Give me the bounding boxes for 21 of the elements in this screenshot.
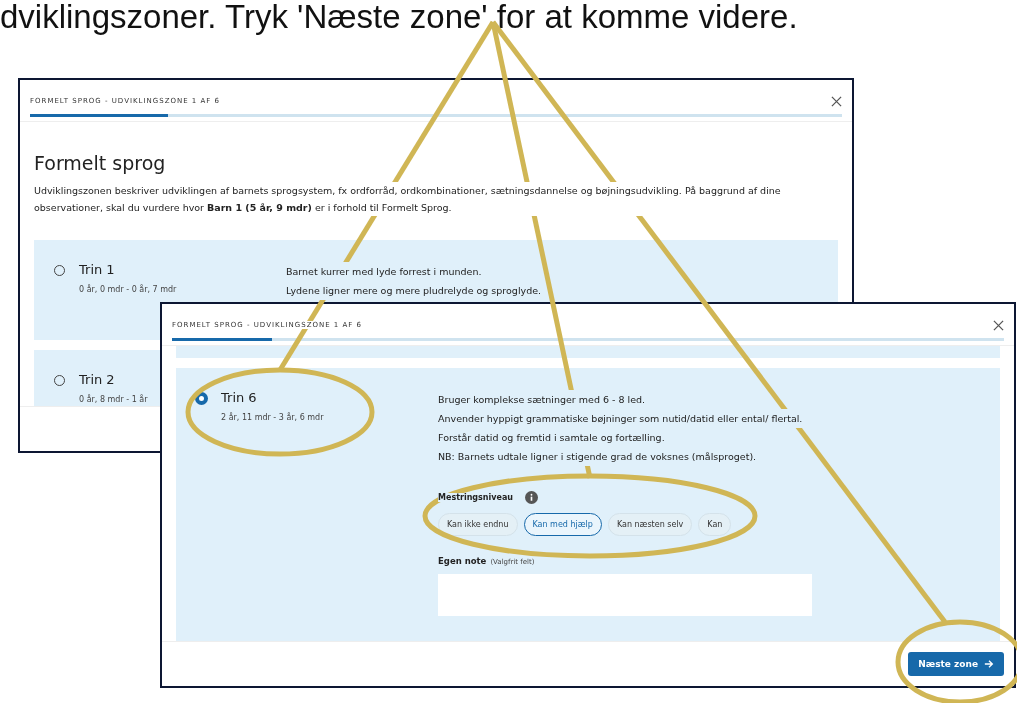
arrow-right-icon — [984, 659, 994, 669]
next-button[interactable]: Næste zone — [908, 652, 1004, 676]
level-chip[interactable]: Kan med hjælp — [523, 513, 602, 536]
age-range: 0 år, 0 mdr - 0 år, 7 mdr — [79, 285, 177, 294]
age-range: 2 år, 11 mdr - 3 år, 6 mdr — [221, 413, 324, 422]
level-chip[interactable]: Kan næsten selv — [607, 513, 693, 536]
note-field[interactable] — [438, 574, 812, 616]
info-icon[interactable] — [525, 491, 538, 504]
radio-button[interactable] — [196, 393, 207, 404]
page-heading: Formelt sprog — [34, 152, 167, 174]
level-chip[interactable]: Kan ikke endnu — [438, 513, 518, 536]
option-title: Trin 1 — [79, 262, 116, 277]
level-chip[interactable]: Kan — [698, 513, 732, 536]
caption-text: dviklingszoner. Tryk 'Næste zone' for at komme videre. — [0, 0, 798, 36]
option-title: Trin 2 — [79, 372, 116, 387]
close-icon[interactable] — [993, 319, 1004, 331]
age-range: 0 år, 8 mdr - 1 år — [79, 395, 148, 404]
option-title: Trin 6 — [221, 390, 258, 405]
note-label: Egen note — [438, 556, 487, 566]
mastery-label: Mestringsniveau — [438, 493, 513, 502]
close-icon[interactable] — [831, 95, 842, 107]
